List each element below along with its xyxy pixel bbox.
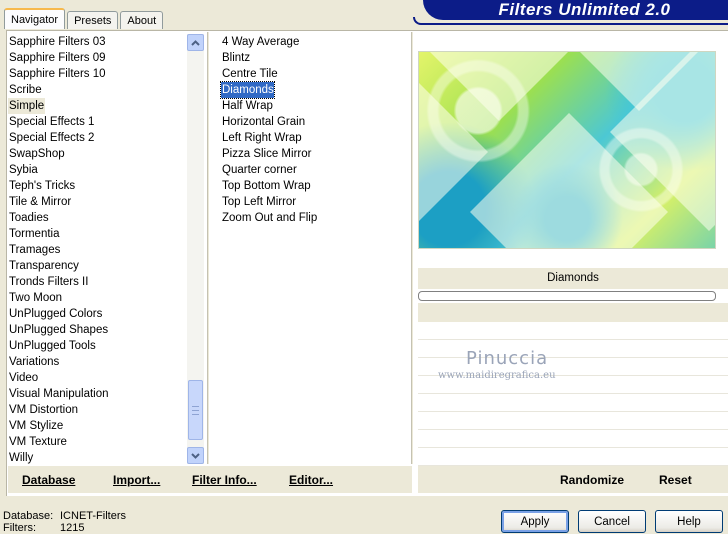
category-item[interactable]: Simple [8, 98, 45, 114]
category-item[interactable]: Sapphire Filters 10 [8, 66, 188, 82]
filter-item[interactable]: Zoom Out and Flip [221, 210, 411, 226]
category-scrollbar[interactable] [187, 34, 204, 464]
import-button[interactable]: Import... [113, 473, 160, 487]
category-item[interactable]: Willy [8, 450, 188, 466]
column-divider [207, 32, 209, 464]
filter-item[interactable]: Diamonds [220, 81, 275, 99]
category-item[interactable]: Sapphire Filters 03 [8, 34, 188, 50]
category-item[interactable]: Tramages [8, 242, 188, 258]
category-item[interactable]: Two Moon [8, 290, 188, 306]
filters-label: Filters: [3, 522, 36, 534]
title-banner: Filters Unlimited 2.0 [413, 0, 728, 25]
category-item[interactable]: Toadies [8, 210, 188, 226]
scroll-thumb[interactable] [188, 380, 203, 440]
filter-item[interactable]: Top Left Mirror [221, 194, 411, 210]
filter-item[interactable]: 4 Way Average [221, 34, 411, 50]
filter-item[interactable]: Blintz [221, 50, 411, 66]
filter-item[interactable]: Quarter corner [221, 162, 411, 178]
parameter-row [418, 412, 728, 430]
category-item[interactable]: Transparency [8, 258, 188, 274]
watermark-name: Pinuccia [466, 348, 549, 369]
cancel-button[interactable]: Cancel [578, 510, 646, 533]
reset-button[interactable]: Reset [659, 473, 692, 487]
tab-presets[interactable]: Presets [67, 11, 119, 29]
filter-item[interactable]: Pizza Slice Mirror [221, 146, 411, 162]
selected-filter-name: Diamonds [418, 268, 728, 289]
category-item[interactable]: Teph's Tricks [8, 178, 188, 194]
filter-item[interactable]: Half Wrap [221, 98, 411, 114]
parameter-row [418, 448, 728, 466]
category-item[interactable]: Tronds Filters II [8, 274, 188, 290]
category-list[interactable]: Sapphire Filters 03 Sapphire Filters 09 Sa… [8, 34, 188, 466]
parameter-row [418, 340, 728, 358]
database-value: ICNET-Filters [60, 510, 126, 522]
category-item[interactable]: UnPlugged Colors [8, 306, 188, 322]
category-item[interactable]: UnPlugged Shapes [8, 322, 188, 338]
editor-button[interactable]: Editor... [289, 473, 333, 487]
chevron-up-icon [191, 39, 200, 46]
tab-navigator[interactable]: Navigator [4, 8, 66, 29]
tab-strip: Navigator Presets About [4, 8, 165, 29]
tab-about[interactable]: About [120, 11, 164, 29]
category-item[interactable]: Visual Manipulation [8, 386, 188, 402]
filters-count: 1215 [60, 522, 85, 534]
filter-item[interactable]: Centre Tile [221, 66, 411, 82]
column-divider [411, 32, 413, 464]
parameter-row [418, 322, 728, 340]
category-item[interactable]: SwapShop [8, 146, 188, 162]
category-item[interactable]: Tile & Mirror [8, 194, 188, 210]
filter-list[interactable]: 4 Way Average Blintz Centre Tile Diamonds Ha… [220, 34, 411, 226]
scroll-up-button[interactable] [187, 34, 204, 51]
category-item[interactable]: VM Stylize [8, 418, 188, 434]
grip-icon [192, 405, 199, 415]
category-item[interactable]: Special Effects 2 [8, 130, 188, 146]
category-item[interactable]: Sybia [8, 162, 188, 178]
randomize-button[interactable]: Randomize [560, 473, 624, 487]
progress-bar [418, 291, 716, 301]
scroll-down-button[interactable] [187, 447, 204, 464]
category-item[interactable]: Sapphire Filters 09 [8, 50, 188, 66]
parameter-header [418, 303, 728, 322]
category-item[interactable]: Scribe [8, 82, 188, 98]
filter-info-button[interactable]: Filter Info... [192, 473, 257, 487]
filter-preview-image [418, 51, 716, 249]
category-item[interactable]: VM Texture [8, 434, 188, 450]
parameter-row [418, 430, 728, 448]
category-item[interactable]: Special Effects 1 [8, 114, 188, 130]
window-title: Filters Unlimited 2.0 [498, 0, 671, 19]
parameter-rows [418, 322, 728, 466]
filter-item[interactable]: Horizontal Grain [221, 114, 411, 130]
category-item[interactable]: Video [8, 370, 188, 386]
database-button[interactable]: Database [22, 473, 75, 487]
filter-item[interactable]: Top Bottom Wrap [221, 178, 411, 194]
category-item[interactable]: Variations [8, 354, 188, 370]
parameter-row [418, 394, 728, 412]
category-item[interactable]: Tormentia [8, 226, 188, 242]
category-item[interactable]: VM Distortion [8, 402, 188, 418]
watermark-url: www.maidiregrafica.eu [438, 370, 556, 381]
chevron-down-icon [191, 452, 200, 459]
apply-button[interactable]: Apply [501, 510, 569, 533]
category-item[interactable]: UnPlugged Tools [8, 338, 188, 354]
database-label: Database: [3, 510, 54, 522]
filter-item[interactable]: Left Right Wrap [221, 130, 411, 146]
help-button[interactable]: Help [655, 510, 723, 533]
